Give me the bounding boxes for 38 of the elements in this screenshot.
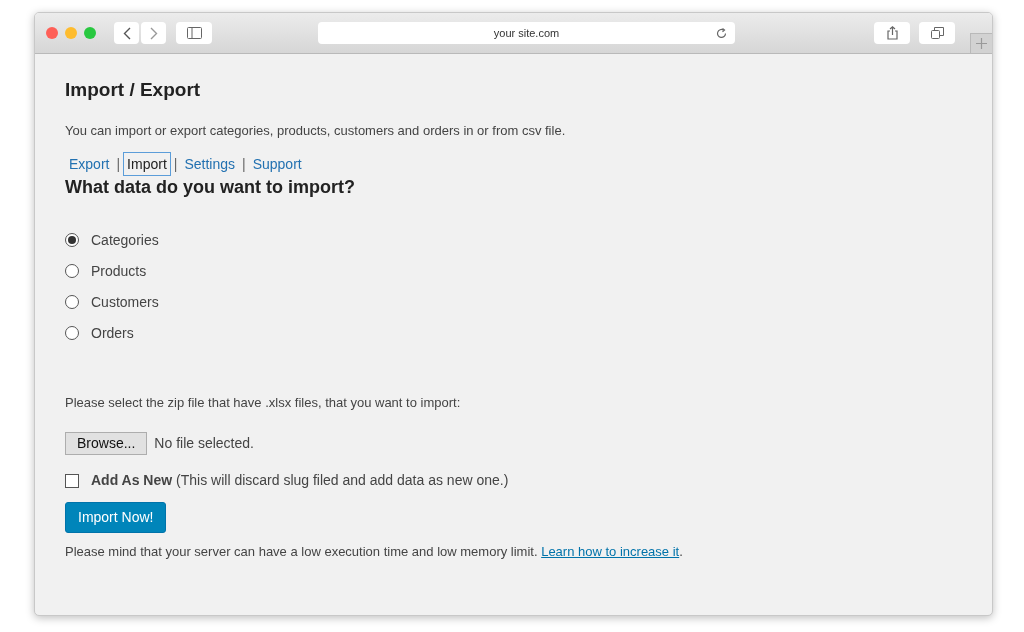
tabs-button[interactable] — [919, 22, 955, 44]
sidebar-button[interactable] — [176, 22, 212, 44]
nav-separator: | — [173, 155, 178, 173]
nav-separator: | — [242, 155, 246, 173]
plus-icon — [976, 38, 987, 49]
nav-tab[interactable]: Settings — [180, 152, 240, 176]
radio-label: Orders — [91, 323, 134, 343]
url-text: your site.com — [493, 25, 560, 41]
radio-button[interactable] — [65, 233, 79, 247]
radio-label: Customers — [91, 292, 159, 312]
radio-button[interactable] — [65, 295, 79, 309]
share-button[interactable] — [874, 22, 910, 44]
radio-button[interactable] — [65, 326, 79, 340]
nav-tab[interactable]: Export — [65, 152, 114, 176]
file-prompt-text: Please select the zip file that have .xlsx files, that you want to import: — [65, 394, 462, 412]
section-heading: What data do you want to import? — [65, 176, 356, 198]
nav-tab[interactable]: Import — [123, 152, 171, 176]
radio-label: Products — [91, 261, 147, 281]
page-title: Import / Export — [65, 78, 202, 102]
chevron-right-icon — [149, 26, 158, 40]
nav-tab[interactable]: Support — [248, 152, 306, 176]
file-status-text: No file selected. — [154, 434, 254, 453]
import-now-button[interactable]: Import Now! — [65, 502, 167, 533]
intro-text: You can import or export categories, products, customers and orders in or from csv file. — [65, 122, 567, 140]
chevron-left-icon — [122, 26, 131, 40]
back-button[interactable] — [114, 22, 139, 44]
checkbox[interactable] — [65, 473, 79, 488]
share-icon — [886, 26, 898, 40]
radio-label: Categories — [91, 230, 159, 250]
nav-separator: | — [116, 155, 121, 173]
sidebar-icon — [186, 27, 202, 39]
radio-button[interactable] — [65, 264, 79, 278]
memory-note-text: Please mind that your server can have a low execution time and low memory limit. Learn how to increase it. — [65, 543, 684, 561]
tabs-icon — [930, 27, 944, 39]
browse-button[interactable]: Browse... — [65, 432, 148, 455]
address-bar[interactable]: your site.com — [318, 22, 735, 44]
reload-icon[interactable] — [716, 27, 727, 39]
checkbox-label: Add As New (This will discard slug filed and add data as new one.) — [91, 471, 509, 490]
